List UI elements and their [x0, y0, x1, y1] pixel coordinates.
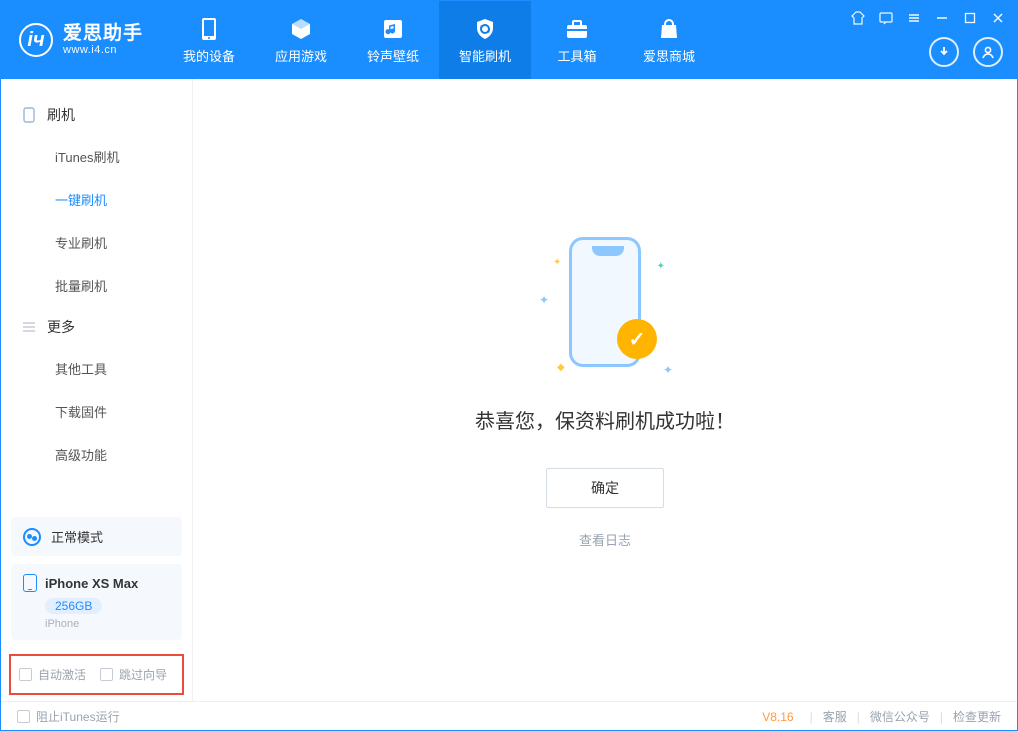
sidebar-item-oneclick-flash[interactable]: 一键刷机 [1, 178, 192, 221]
checkbox-icon [100, 668, 113, 681]
shirt-icon[interactable] [849, 9, 867, 27]
toolbox-icon [565, 16, 589, 42]
window-controls [849, 9, 1007, 27]
success-illustration: ✦ ✦ ✦ ✦ ◆ ✓ [535, 231, 675, 381]
nav-smart-flash[interactable]: 智能刷机 [439, 1, 531, 79]
sidebar-group-flash[interactable]: 刷机 [1, 95, 192, 135]
device-mode-box[interactable]: 正常模式 [11, 517, 182, 556]
sidebar-item-advanced[interactable]: 高级功能 [1, 433, 192, 476]
music-note-icon [382, 16, 404, 42]
app-subtitle: www.i4.cn [63, 44, 143, 56]
nav-ringtones-wallpapers[interactable]: 铃声壁纸 [347, 1, 439, 79]
sidebar-item-pro-flash[interactable]: 专业刷机 [1, 221, 192, 264]
device-name: iPhone XS Max [45, 576, 138, 591]
sidebar: 刷机 iTunes刷机 一键刷机 专业刷机 批量刷机 更多 其他工具 下载固件 … [1, 79, 193, 701]
nav-toolbox[interactable]: 工具箱 [531, 1, 623, 79]
maximize-button[interactable] [961, 9, 979, 27]
status-bar: 阻止iTunes运行 V8.16 | 客服 | 微信公众号 | 检查更新 [1, 701, 1017, 731]
header-action-icons [929, 37, 1003, 67]
download-button[interactable] [929, 37, 959, 67]
confirm-button[interactable]: 确定 [546, 468, 664, 508]
minimize-button[interactable] [933, 9, 951, 27]
footer-link-support[interactable]: 客服 [823, 708, 847, 725]
checkbox-skip-guide[interactable]: 跳过向导 [100, 666, 167, 683]
device-type: iPhone [45, 618, 170, 630]
logo-area: iч 爱思助手 www.i4.cn [1, 1, 163, 79]
app-logo-icon: iч [19, 23, 53, 57]
refresh-shield-icon [473, 16, 497, 42]
close-button[interactable] [989, 9, 1007, 27]
app-header: iч 爱思助手 www.i4.cn 我的设备 应用游戏 铃声壁纸 [1, 1, 1017, 79]
checkbox-auto-activate[interactable]: 自动激活 [19, 666, 86, 683]
nav-my-device[interactable]: 我的设备 [163, 1, 255, 79]
checkbox-block-itunes[interactable]: 阻止iTunes运行 [17, 708, 120, 725]
main-nav: 我的设备 应用游戏 铃声壁纸 智能刷机 工具箱 [163, 1, 715, 79]
device-small-icon [21, 107, 37, 123]
user-account-button[interactable] [973, 37, 1003, 67]
device-info-box[interactable]: iPhone XS Max 256GB iPhone [11, 564, 182, 640]
checkbox-icon [19, 668, 32, 681]
version-label: V8.16 [762, 710, 793, 724]
sidebar-group-more[interactable]: 更多 [1, 307, 192, 347]
sidebar-item-batch-flash[interactable]: 批量刷机 [1, 264, 192, 307]
success-message: 恭喜您，保资料刷机成功啦！ [475, 405, 735, 434]
view-log-link[interactable]: 查看日志 [579, 530, 631, 549]
menu-icon[interactable] [905, 9, 923, 27]
shopping-bag-icon [658, 16, 680, 42]
sidebar-item-download-firmware[interactable]: 下载固件 [1, 390, 192, 433]
highlighted-options: 自动激活 跳过向导 [9, 654, 184, 695]
sidebar-item-itunes-flash[interactable]: iTunes刷机 [1, 135, 192, 178]
phone-icon [201, 16, 217, 42]
footer-link-wechat[interactable]: 微信公众号 [870, 708, 930, 725]
cube-icon [289, 16, 313, 42]
list-icon [21, 321, 37, 333]
device-capacity-badge: 256GB [45, 598, 102, 614]
feedback-icon[interactable] [877, 9, 895, 27]
nav-apps-games[interactable]: 应用游戏 [255, 1, 347, 79]
phone-small-icon [23, 574, 37, 592]
mode-icon [23, 528, 41, 546]
checkmark-badge-icon: ✓ [617, 319, 657, 359]
nav-store[interactable]: 爱思商城 [623, 1, 715, 79]
device-mode-label: 正常模式 [51, 527, 103, 546]
footer-link-update[interactable]: 检查更新 [953, 708, 1001, 725]
main-content: ✦ ✦ ✦ ✦ ◆ ✓ 恭喜您，保资料刷机成功啦！ 确定 查看日志 [193, 79, 1017, 701]
sidebar-item-other-tools[interactable]: 其他工具 [1, 347, 192, 390]
app-title: 爱思助手 [63, 24, 143, 45]
checkbox-icon [17, 710, 30, 723]
